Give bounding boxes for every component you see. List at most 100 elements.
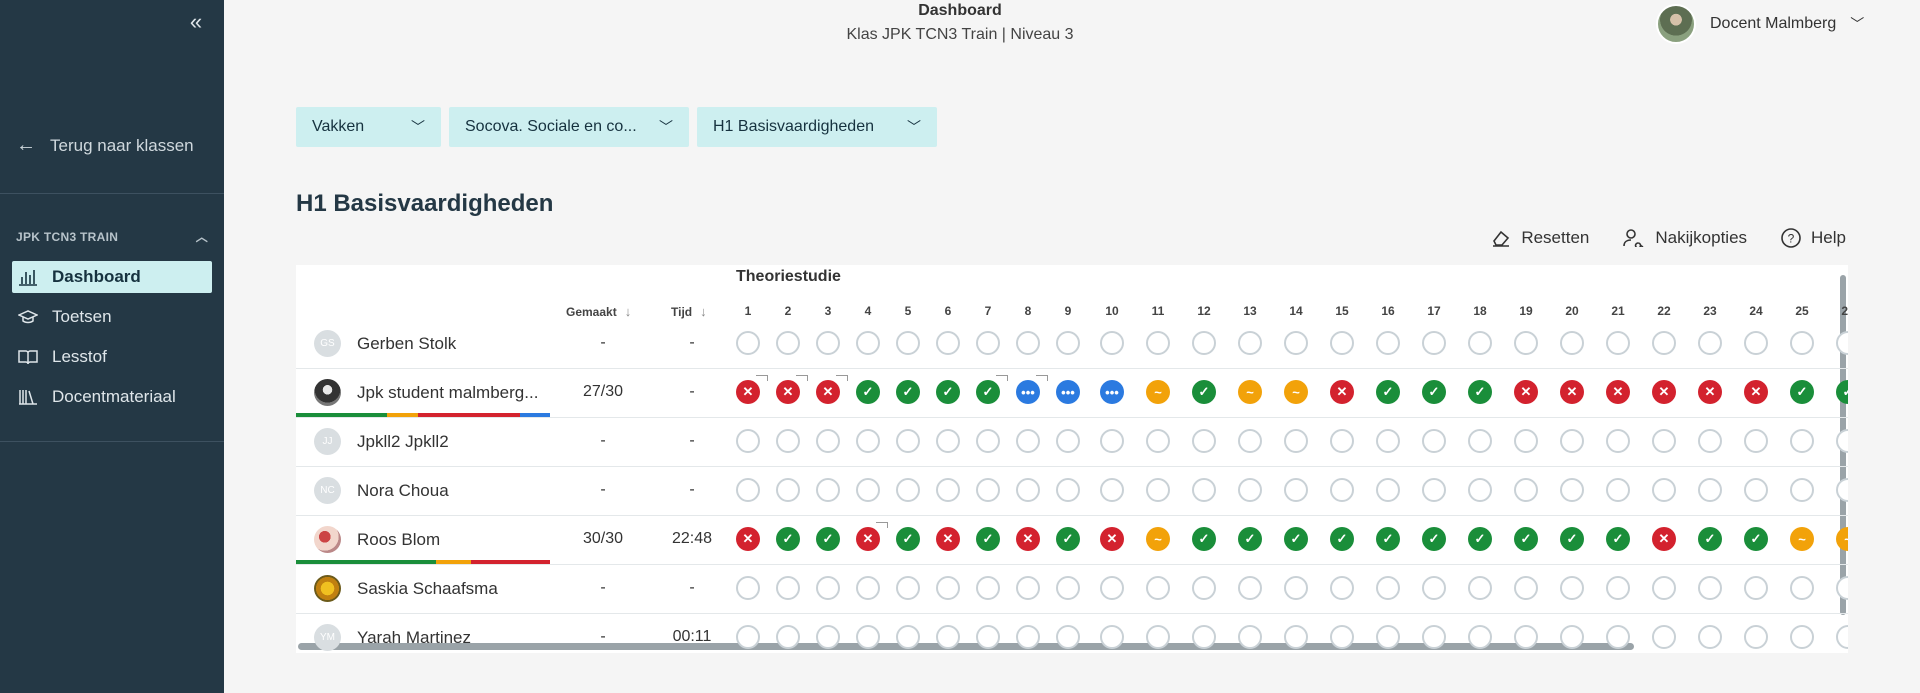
result-empty-icon[interactable]: [776, 429, 800, 453]
result-empty-icon[interactable]: [856, 576, 880, 600]
result-ok-icon[interactable]: ✓: [1790, 380, 1814, 404]
result-empty-icon[interactable]: [1284, 625, 1308, 649]
result-empty-icon[interactable]: [1790, 625, 1814, 649]
result-empty-icon[interactable]: [856, 625, 880, 649]
result-empty-icon[interactable]: [1468, 625, 1492, 649]
back-to-classes-link[interactable]: ← Terug naar klassen: [16, 134, 194, 157]
result-bad-icon[interactable]: ✕: [1652, 527, 1676, 551]
result-empty-icon[interactable]: [1698, 331, 1722, 355]
result-empty-icon[interactable]: [936, 576, 960, 600]
sort-arrow-icon[interactable]: ↓: [700, 304, 707, 319]
sidebar-item-toetsen[interactable]: Toetsen: [12, 301, 212, 333]
result-empty-icon[interactable]: [1514, 625, 1538, 649]
result-empty-icon[interactable]: [776, 478, 800, 502]
result-empty-icon[interactable]: [776, 331, 800, 355]
result-empty-icon[interactable]: [1146, 576, 1170, 600]
result-empty-icon[interactable]: [1016, 478, 1040, 502]
sidebar-item-dashboard[interactable]: Dashboard: [12, 261, 212, 293]
result-empty-icon[interactable]: [1376, 478, 1400, 502]
result-empty-icon[interactable]: [1468, 478, 1492, 502]
result-empty-icon[interactable]: [856, 478, 880, 502]
result-bad-icon[interactable]: ✕: [1514, 380, 1538, 404]
reset-button[interactable]: Resetten: [1491, 228, 1589, 248]
result-empty-icon[interactable]: [1560, 576, 1584, 600]
result-empty-icon[interactable]: [1836, 429, 1848, 453]
result-empty-icon[interactable]: [1514, 478, 1538, 502]
result-empty-icon[interactable]: [1836, 478, 1848, 502]
result-ok-icon[interactable]: ✓: [1192, 380, 1216, 404]
student-name-cell[interactable]: Roos Blom: [314, 526, 440, 553]
result-empty-icon[interactable]: [1100, 331, 1124, 355]
result-empty-icon[interactable]: [1744, 331, 1768, 355]
result-empty-icon[interactable]: [976, 478, 1000, 502]
result-empty-icon[interactable]: [1652, 331, 1676, 355]
result-ok-icon[interactable]: ✓: [1192, 527, 1216, 551]
result-empty-icon[interactable]: [736, 429, 760, 453]
result-empty-icon[interactable]: [1606, 625, 1630, 649]
result-empty-icon[interactable]: [1330, 429, 1354, 453]
result-empty-icon[interactable]: [816, 429, 840, 453]
result-ok-icon[interactable]: ✓: [1376, 527, 1400, 551]
user-menu[interactable]: Docent Malmberg ﹀: [1656, 4, 1864, 44]
result-empty-icon[interactable]: [1284, 429, 1308, 453]
result-empty-icon[interactable]: [1100, 478, 1124, 502]
result-empty-icon[interactable]: [1330, 478, 1354, 502]
result-empty-icon[interactable]: [1146, 625, 1170, 649]
result-empty-icon[interactable]: [1376, 429, 1400, 453]
filter-vak[interactable]: Socova. Sociale en co... ﹀: [449, 107, 689, 147]
collapse-sidebar-icon[interactable]: «: [184, 11, 208, 34]
result-empty-icon[interactable]: [1606, 478, 1630, 502]
result-empty-icon[interactable]: [1422, 429, 1446, 453]
result-empty-icon[interactable]: [1514, 331, 1538, 355]
result-empty-icon[interactable]: [1056, 478, 1080, 502]
result-empty-icon[interactable]: [1560, 478, 1584, 502]
result-empty-icon[interactable]: [976, 576, 1000, 600]
result-empty-icon[interactable]: [1100, 576, 1124, 600]
class-section-toggle[interactable]: JPK TCN3 TRAIN ︿: [16, 228, 208, 245]
result-ok-icon[interactable]: ✓: [1836, 380, 1848, 404]
result-ok-icon[interactable]: ✓: [1606, 527, 1630, 551]
result-empty-icon[interactable]: [1016, 429, 1040, 453]
result-empty-icon[interactable]: [1056, 576, 1080, 600]
result-empty-icon[interactable]: [1836, 625, 1848, 649]
sort-arrow-icon[interactable]: ↓: [625, 304, 632, 319]
result-empty-icon[interactable]: [736, 625, 760, 649]
result-empty-icon[interactable]: [816, 331, 840, 355]
student-name-cell[interactable]: YM Yarah Martinez: [314, 624, 471, 651]
result-empty-icon[interactable]: [1056, 625, 1080, 649]
result-empty-icon[interactable]: [1468, 429, 1492, 453]
result-empty-icon[interactable]: [1016, 576, 1040, 600]
result-ok-icon[interactable]: ✓: [856, 380, 880, 404]
result-ok-icon[interactable]: ✓: [776, 527, 800, 551]
result-empty-icon[interactable]: [736, 331, 760, 355]
result-part-icon[interactable]: ~: [1284, 380, 1308, 404]
result-empty-icon[interactable]: [1330, 331, 1354, 355]
result-empty-icon[interactable]: [1238, 576, 1262, 600]
result-empty-icon[interactable]: [1652, 576, 1676, 600]
result-empty-icon[interactable]: [976, 625, 1000, 649]
result-empty-icon[interactable]: [1606, 429, 1630, 453]
student-name-cell[interactable]: GS Gerben Stolk: [314, 330, 456, 357]
result-empty-icon[interactable]: [1744, 576, 1768, 600]
result-pend-icon[interactable]: •••: [1056, 380, 1080, 404]
result-empty-icon[interactable]: [1016, 331, 1040, 355]
result-empty-icon[interactable]: [1330, 576, 1354, 600]
result-ok-icon[interactable]: ✓: [1744, 527, 1768, 551]
result-empty-icon[interactable]: [1698, 429, 1722, 453]
result-empty-icon[interactable]: [1698, 478, 1722, 502]
filter-hoofdstuk[interactable]: H1 Basisvaardigheden ﹀: [697, 107, 937, 147]
student-name-cell[interactable]: JJ Jpkll2 Jpkll2: [314, 428, 449, 455]
result-ok-icon[interactable]: ✓: [896, 380, 920, 404]
result-empty-icon[interactable]: [856, 331, 880, 355]
result-bad-icon[interactable]: ✕: [1744, 380, 1768, 404]
result-empty-icon[interactable]: [1606, 576, 1630, 600]
result-part-icon[interactable]: ~: [1238, 380, 1262, 404]
result-empty-icon[interactable]: [1016, 625, 1040, 649]
result-empty-icon[interactable]: [1192, 576, 1216, 600]
result-bad-icon[interactable]: ✕: [1560, 380, 1584, 404]
result-empty-icon[interactable]: [1790, 478, 1814, 502]
result-empty-icon[interactable]: [936, 478, 960, 502]
result-empty-icon[interactable]: [936, 429, 960, 453]
result-empty-icon[interactable]: [1836, 576, 1848, 600]
result-ok-icon[interactable]: ✓: [816, 527, 840, 551]
